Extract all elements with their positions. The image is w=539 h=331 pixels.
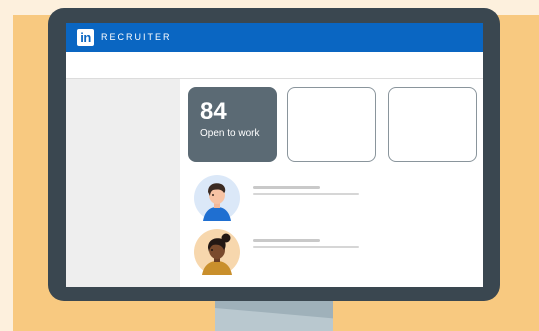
- candidate-detail-placeholder: [253, 246, 359, 248]
- linkedin-logo-icon[interactable]: in: [77, 29, 94, 46]
- candidate-detail-placeholder: [253, 193, 359, 195]
- app-title: RECRUITER: [101, 32, 172, 42]
- candidate-name-placeholder: [253, 186, 320, 189]
- candidate-name-placeholder: [253, 239, 320, 242]
- open-to-work-card[interactable]: 84 Open to work: [188, 87, 277, 162]
- top-nav-bar: in RECRUITER: [66, 23, 483, 52]
- monitor-stand: [215, 298, 333, 331]
- open-to-work-count: 84: [200, 98, 227, 125]
- open-to-work-label: Open to work: [200, 128, 260, 139]
- candidate-avatar-icon[interactable]: [193, 228, 241, 276]
- sub-toolbar: [66, 52, 483, 79]
- stat-card-empty[interactable]: [287, 87, 376, 162]
- sidebar: [66, 79, 180, 287]
- candidate-avatar-icon[interactable]: [193, 174, 241, 222]
- stat-card-empty[interactable]: [388, 87, 477, 162]
- recruiter-screen: in RECRUITER 84 Open to work: [66, 23, 483, 287]
